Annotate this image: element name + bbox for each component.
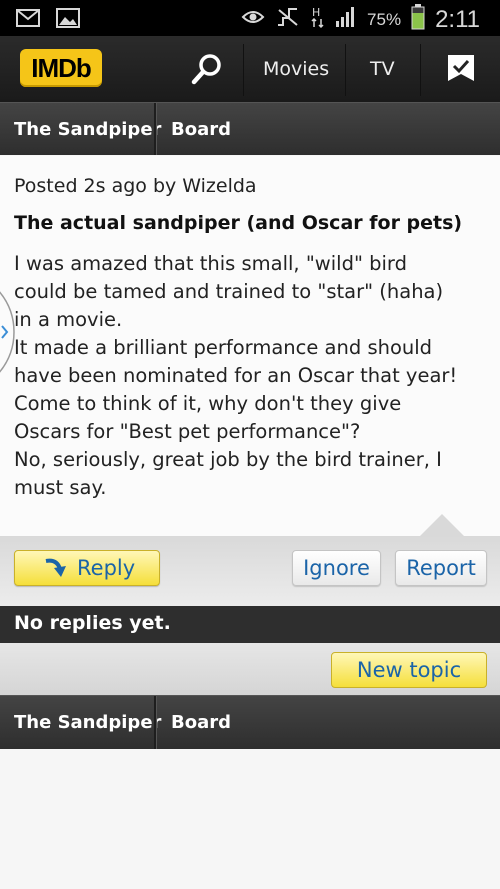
post-body-line: Come to think of it, why don't they give: [14, 392, 402, 415]
post-body-line: Oscars for "Best pet performance"?: [14, 420, 361, 443]
app-bar: IMDb Movies TV: [0, 36, 500, 102]
eye-icon: [241, 6, 265, 33]
status-bar: H 75% 2:11: [0, 0, 500, 36]
clock: 2:11: [435, 5, 480, 33]
nav-tv[interactable]: TV: [370, 58, 395, 80]
breadcrumb: The Sandpiper Board: [0, 102, 500, 155]
post-body-line: in a movie.: [14, 308, 123, 331]
post-body: I was amazed that this small, "wild" bir…: [14, 250, 484, 502]
nav-divider: [345, 44, 346, 96]
post-body-line: It made a brilliant performance and shou…: [14, 336, 433, 359]
watchlist-button[interactable]: [446, 53, 476, 83]
new-topic-label: New topic: [356, 658, 462, 682]
mute-icon: [275, 5, 301, 34]
watchlist-icon: [448, 55, 474, 81]
drawer-handle[interactable]: [0, 284, 16, 380]
post-body-line: have been nominated for an Oscar that ye…: [14, 364, 458, 387]
signal-icon: [335, 6, 357, 33]
hspa-icon: H: [311, 5, 325, 34]
report-label: Report: [406, 556, 476, 580]
logo-text: IMDb: [31, 52, 92, 83]
post-card: Posted 2s ago by Wizelda The actual sand…: [0, 156, 500, 536]
nav-divider: [420, 44, 421, 96]
footer-breadcrumb-board[interactable]: Board: [171, 712, 231, 733]
battery-icon: [411, 4, 425, 35]
breadcrumb-divider: [154, 696, 157, 750]
nav-movies[interactable]: Movies: [263, 58, 329, 80]
imdb-logo[interactable]: IMDb: [20, 49, 102, 87]
battery-percent: 75%: [367, 9, 402, 29]
nav-divider: [243, 44, 244, 96]
footer-breadcrumb: The Sandpiper Board: [0, 695, 500, 750]
reply-label: Reply: [77, 556, 136, 580]
footer-breadcrumb-title[interactable]: The Sandpiper: [14, 712, 161, 733]
post-body-line: must say.: [14, 476, 107, 499]
post-subject: The actual sandpiper (and Oscar for pets…: [14, 212, 463, 234]
replies-status-bar: No replies yet.: [0, 606, 500, 643]
new-topic-button[interactable]: New topic: [331, 652, 487, 688]
breadcrumb-divider: [154, 103, 157, 155]
breadcrumb-board[interactable]: Board: [171, 119, 231, 140]
email-icon: [16, 7, 42, 34]
post-actions: Reply Ignore Report: [0, 536, 500, 606]
reply-button[interactable]: Reply: [14, 550, 160, 586]
search-button[interactable]: [188, 51, 226, 89]
ignore-label: Ignore: [303, 556, 370, 580]
post-body-line: I was amazed that this small, "wild" bir…: [14, 252, 407, 275]
ignore-button[interactable]: Ignore: [292, 550, 381, 586]
image-icon: [56, 7, 80, 34]
search-icon: [191, 54, 221, 85]
replies-status: No replies yet.: [14, 612, 171, 634]
new-topic-area: New topic: [0, 643, 500, 695]
post-body-line: No, seriously, great job by the bird tra…: [14, 448, 442, 471]
post-meta: Posted 2s ago by Wizelda: [14, 175, 257, 197]
empty-area: [0, 749, 500, 889]
svg-text:H: H: [312, 6, 320, 19]
report-button[interactable]: Report: [395, 550, 487, 586]
post-notch: [420, 514, 464, 536]
post-body-line: could be tamed and trained to "star" (ha…: [14, 280, 444, 303]
reply-arrow-icon: [45, 558, 66, 577]
breadcrumb-title[interactable]: The Sandpiper: [14, 119, 161, 140]
